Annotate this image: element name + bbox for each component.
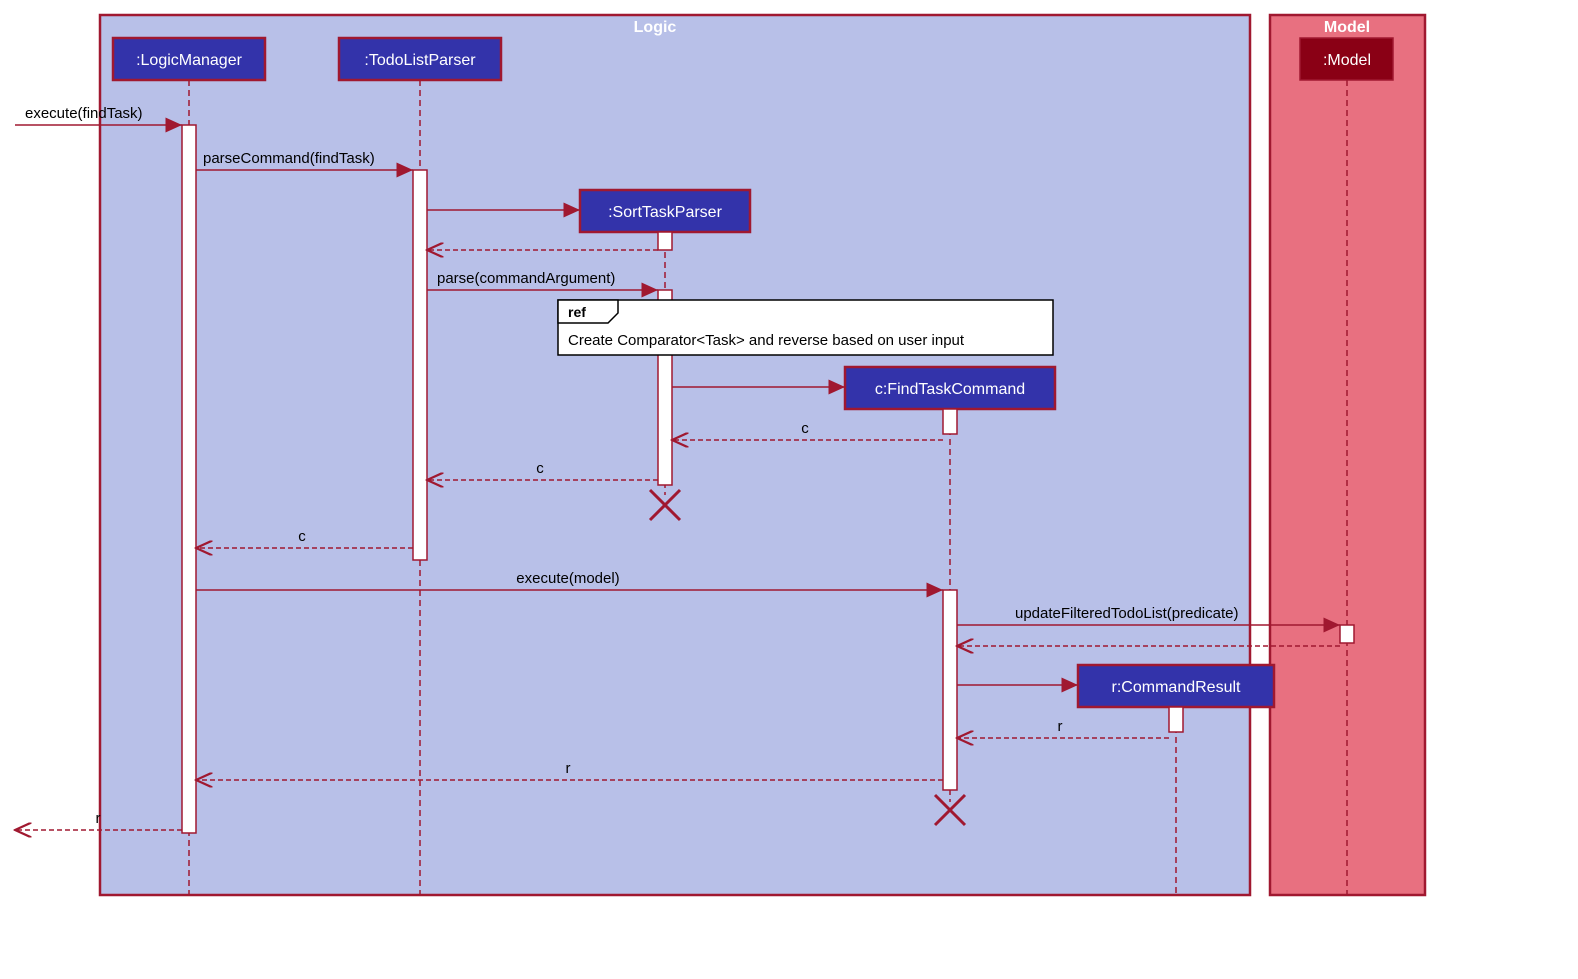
msg-execute-in-label: execute(findTask)	[25, 105, 143, 122]
msg-return-r2-label: r	[566, 760, 571, 777]
ref-text: Create Comparator<Task> and reverse base…	[568, 332, 965, 349]
msg-return-c3-label: c	[298, 528, 306, 545]
participant-logicmanager-label: :LogicManager	[136, 52, 243, 69]
sequence-diagram: Logic Model :LogicManager :TodoListParse…	[10, 10, 1578, 969]
participant-todolistparser-label: :TodoListParser	[364, 52, 476, 69]
msg-execute-model-label: execute(model)	[516, 570, 619, 587]
frame-model-label: Model	[1324, 19, 1370, 36]
activation-sorttaskparser-1	[658, 232, 672, 250]
ref-label: ref	[568, 304, 586, 320]
activation-todolistparser	[413, 170, 427, 560]
msg-return-c1-label: c	[801, 420, 809, 437]
msg-parse-label: parse(commandArgument)	[437, 270, 615, 287]
participant-model-label: :Model	[1323, 52, 1371, 69]
frame-logic	[100, 15, 1250, 895]
msg-return-c2-label: c	[536, 460, 544, 477]
activation-logicmanager	[182, 125, 196, 833]
msg-updatefiltered-label: updateFilteredTodoList(predicate)	[1015, 605, 1238, 622]
activation-commandresult	[1169, 707, 1183, 732]
ref-tab	[558, 300, 618, 323]
participant-findtaskcommand-label: c:FindTaskCommand	[875, 381, 1025, 398]
activation-findtaskcommand-2	[943, 590, 957, 790]
msg-return-out-label: r	[96, 810, 101, 827]
msg-return-r1-label: r	[1058, 718, 1063, 735]
activation-findtaskcommand-1	[943, 409, 957, 434]
msg-parsecommand-label: parseCommand(findTask)	[203, 150, 375, 167]
frame-logic-label: Logic	[634, 19, 677, 36]
activation-model	[1340, 625, 1354, 643]
participant-sorttaskparser-label: :SortTaskParser	[608, 204, 722, 221]
participant-commandresult-label: r:CommandResult	[1112, 679, 1241, 696]
